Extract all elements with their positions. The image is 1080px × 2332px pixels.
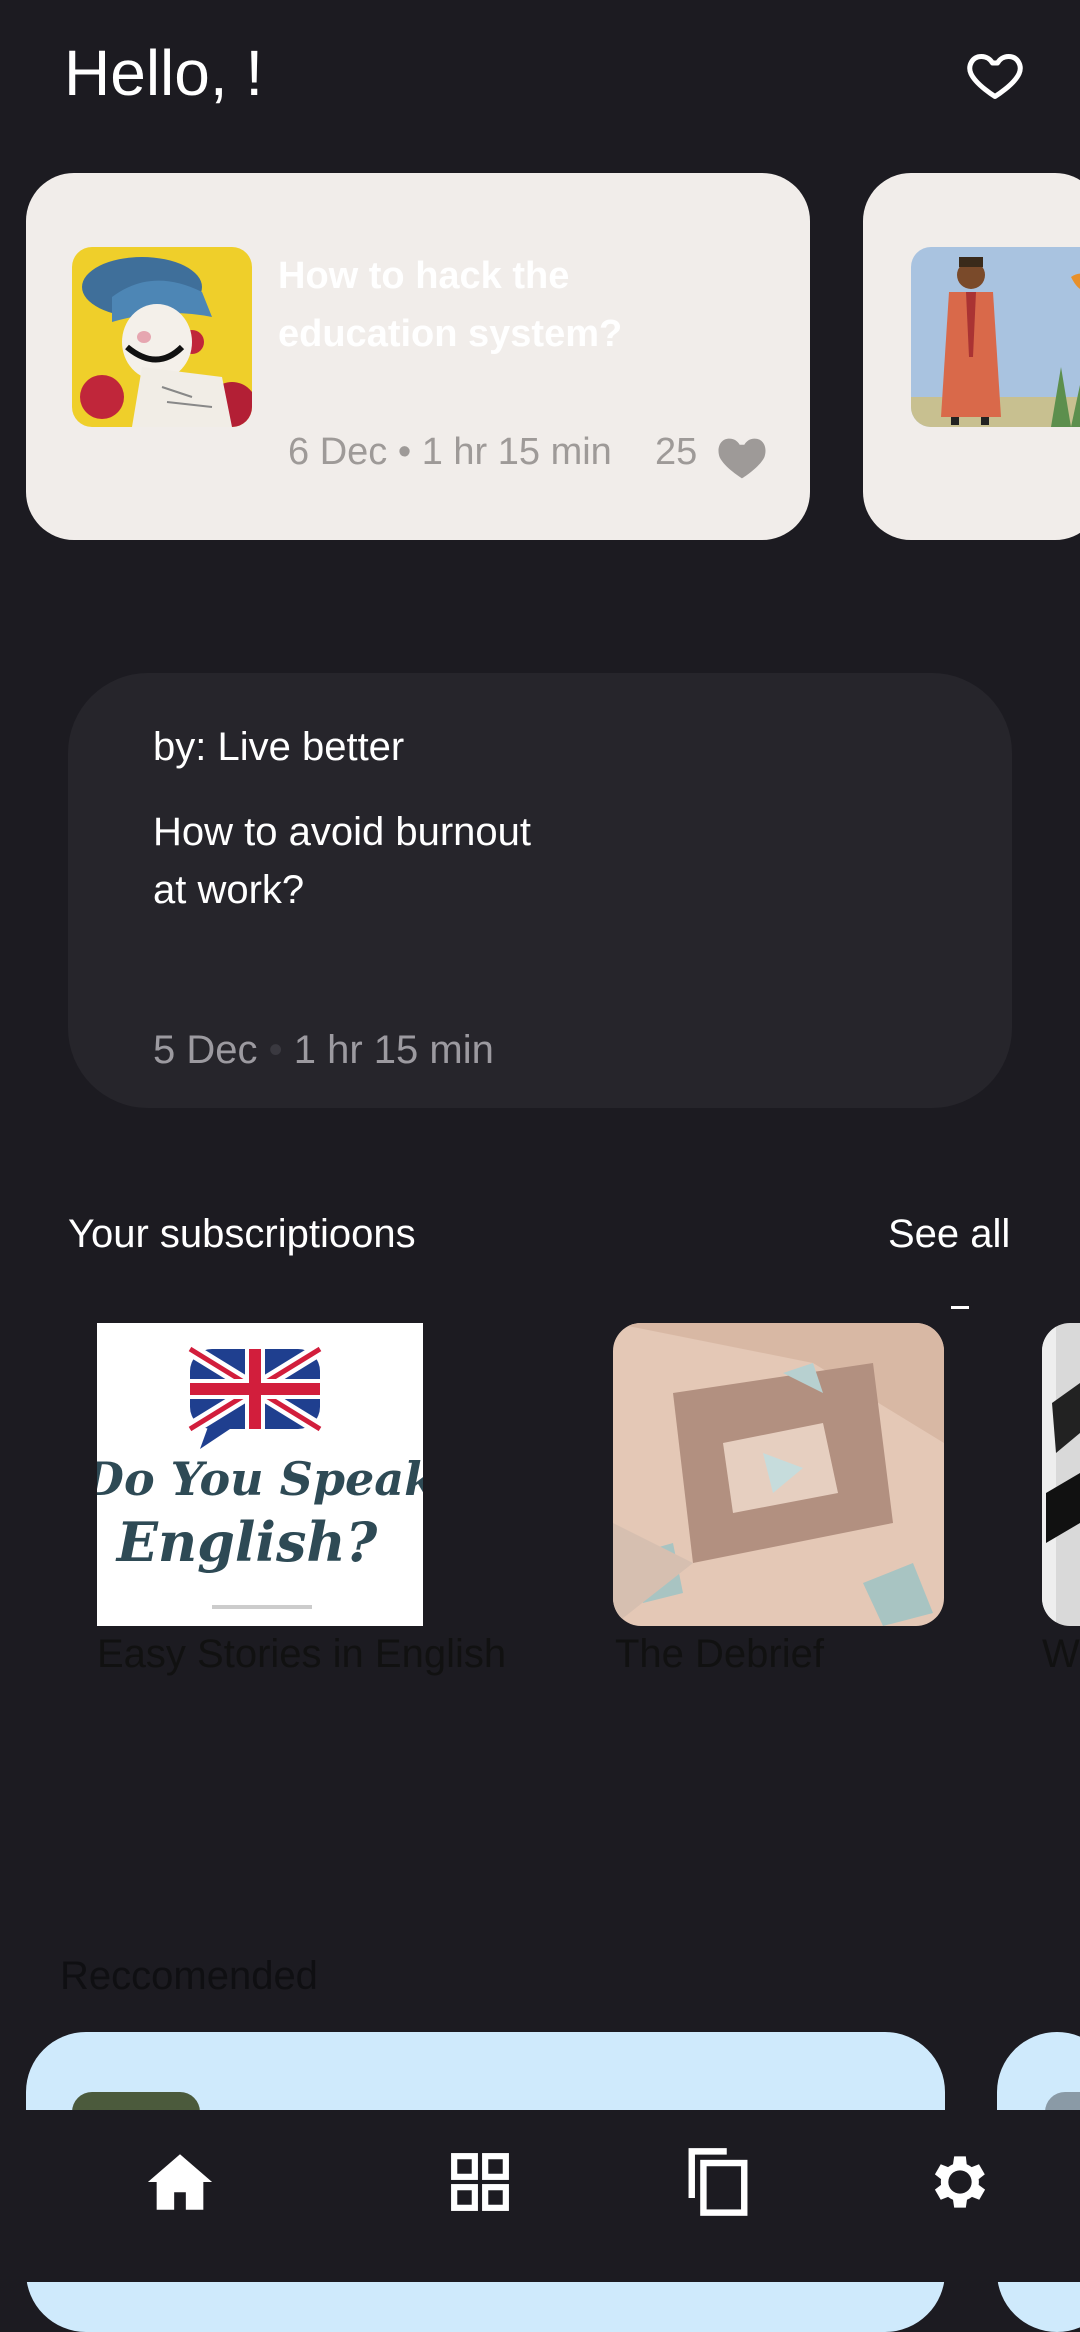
subscriptions-title: Your subscriptioons [68,1212,416,1256]
like-count: 25 [654,431,698,473]
bottom-navigation [0,2110,1080,2282]
article-title: How to avoid burnout at work? [153,803,593,919]
subscription-name: The Debrief [615,1632,824,1676]
heart-outline-icon[interactable] [965,44,1025,104]
separator-dot: • [268,1028,294,1072]
article-meta: 5 Dec • 1 hr 15 min [153,1028,494,1073]
episode-duration: 1 hr 15 min [421,431,612,473]
subscription-cover[interactable] [613,1323,944,1626]
see-all-link[interactable]: See all [888,1212,1010,1257]
episode-cover-image [72,247,252,427]
article-title-line: at work? [153,868,305,912]
heart-filled-icon[interactable] [714,429,770,481]
subscription-name: W [1042,1632,1080,1676]
settings-gear-icon[interactable] [910,2132,1010,2232]
see-all-underline [951,1306,969,1309]
copy-icon[interactable] [668,2132,768,2232]
article-date: 5 Dec [153,1028,258,1072]
featured-card[interactable] [863,173,1080,540]
separator-dot: • [397,431,422,473]
cover-text: Do You Speak [97,1452,423,1506]
episode-meta: 6 Dec • 1 hr 15 min 25 [288,431,697,474]
greeting-title: Hello, ! [64,37,264,109]
article-title-line: How to avoid burnout [153,810,532,854]
episode-title-line: education system? [278,313,623,355]
subscription-name: Easy Stories in English [97,1632,507,1676]
episode-title-line: How to hack the [278,255,570,297]
home-icon[interactable] [130,2132,230,2232]
cover-text: English? [115,1510,379,1574]
episode-cover-image [911,247,1080,427]
article-duration: 1 hr 15 min [293,1028,494,1072]
recommended-title: Reccomended [60,1954,318,1998]
subscription-cover[interactable]: Do You Speak English? [97,1323,423,1626]
article-card[interactable]: by: Live better How to avoid burnout at … [68,673,1012,1108]
subscription-cover[interactable] [1042,1323,1080,1626]
grid-icon[interactable] [430,2132,530,2232]
featured-card[interactable]: How to hack the education system? 6 Dec … [26,173,810,540]
article-author: by: Live better [153,725,405,769]
episode-title: How to hack the education system? [278,247,698,363]
episode-date: 6 Dec [288,431,388,473]
